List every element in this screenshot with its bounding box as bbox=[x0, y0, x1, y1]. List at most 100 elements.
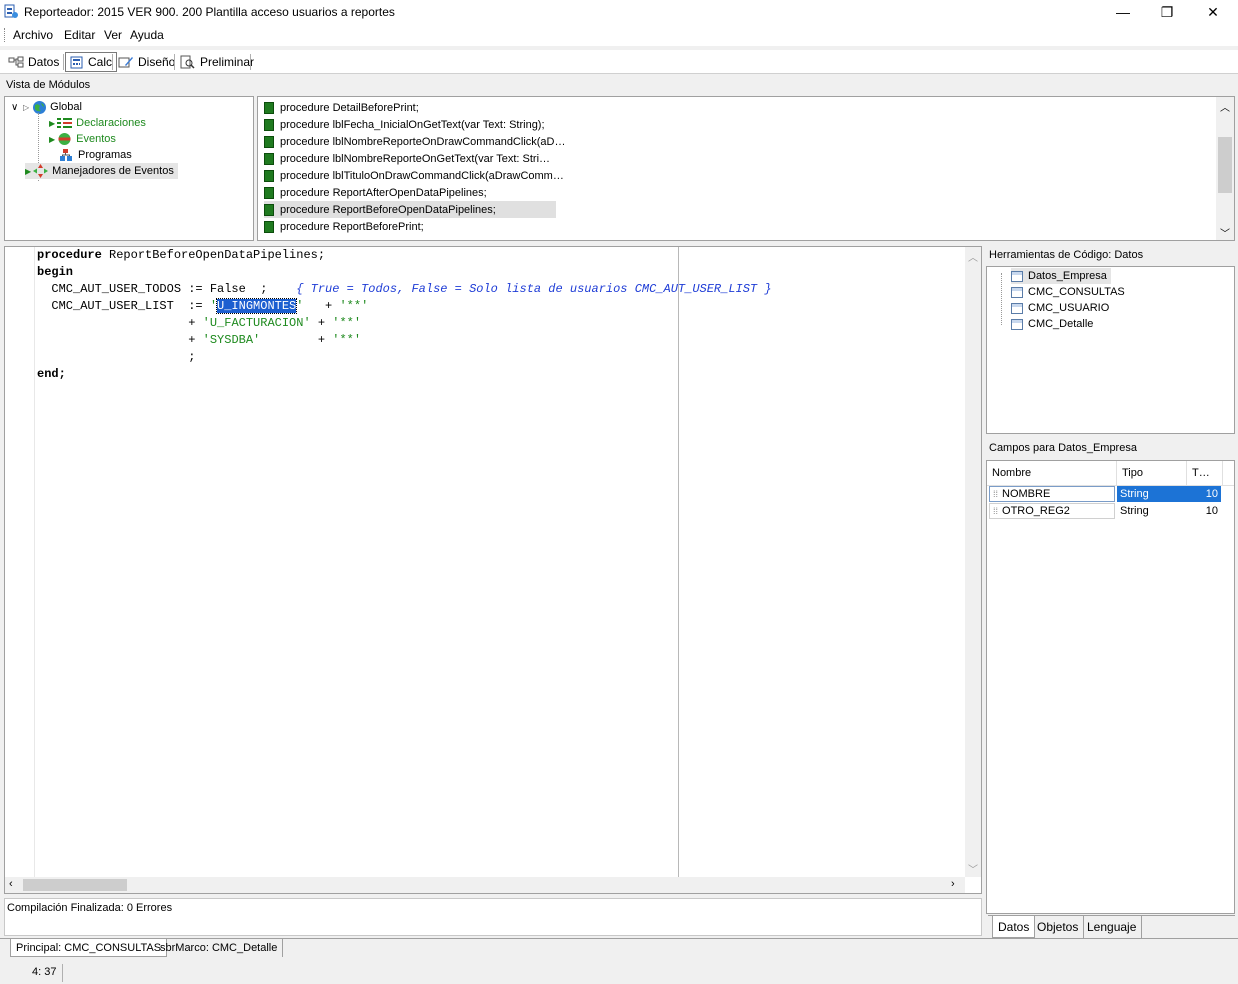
code-string: '**' bbox=[332, 316, 362, 330]
tree-item-eventos-label: Eventos bbox=[76, 133, 116, 145]
data-tree-icon bbox=[8, 56, 28, 68]
code-text: CMC_AUT_USER_TODOS := False ; bbox=[37, 282, 297, 296]
tab-principal[interactable]: Principal: CMC_CONSULTAS bbox=[10, 939, 168, 957]
tree-item-eventos[interactable]: ▶ Eventos bbox=[49, 131, 116, 147]
code-line-7: ; bbox=[37, 350, 196, 364]
tree-item-programas[interactable]: Programas bbox=[59, 147, 132, 163]
field-size[interactable]: 10 bbox=[1187, 486, 1221, 502]
code-text: + bbox=[310, 316, 333, 330]
minimize-button[interactable]: — bbox=[1100, 0, 1146, 24]
procedure-label: procedure lblNombreReporteOnGetText(var … bbox=[280, 152, 551, 165]
scroll-left-icon[interactable]: ‹ bbox=[9, 878, 13, 890]
chevron-down-icon[interactable]: ∨ bbox=[11, 102, 21, 113]
tab-datos-tools[interactable]: Datos bbox=[992, 916, 1036, 938]
editor-hscrollbar[interactable]: ‹ › bbox=[5, 877, 965, 893]
column-header-tamano[interactable]: T… bbox=[1187, 461, 1223, 485]
tab-objetos[interactable]: Objetos bbox=[1032, 916, 1085, 938]
programs-icon bbox=[59, 148, 78, 162]
procedure-item[interactable]: procedure lblFecha_InicialOnGetText(var … bbox=[264, 116, 545, 133]
field-type[interactable]: String bbox=[1117, 486, 1187, 502]
procedure-item[interactable]: procedure ReportBeforePrint; bbox=[264, 218, 424, 235]
field-size[interactable]: 10 bbox=[1187, 503, 1221, 519]
restore-button[interactable]: ❐ bbox=[1144, 0, 1190, 24]
field-name: OTRO_REG2 bbox=[1002, 505, 1070, 517]
code-text: + bbox=[303, 299, 340, 313]
table-row[interactable]: ⁞⁞ OTRO_REG2 bbox=[989, 503, 1115, 519]
procedure-label: procedure lblTituloOnDrawCommandClick(aD… bbox=[280, 169, 564, 182]
procedure-item[interactable]: procedure lblNombreReporteOnGetText(var … bbox=[264, 150, 550, 167]
procedure-label: procedure DetailBeforePrint; bbox=[280, 101, 419, 114]
preview-icon bbox=[180, 55, 200, 69]
code-line-4: CMC_AUT_USER_LIST := 'U_INGMONTES' + '**… bbox=[37, 298, 368, 314]
code-tools-item-label: CMC_CONSULTAS bbox=[1028, 286, 1125, 298]
tab-datos[interactable]: Datos bbox=[4, 52, 63, 72]
tab-separator bbox=[250, 54, 251, 70]
fields-grid: Nombre Tipo T… ⁞⁞ NOMBRE String 10 ⁞⁞ OTRO… bbox=[986, 460, 1235, 914]
module-tree: ∨ ▷ Global ▶ Declaraciones ▶ Eventos Pro… bbox=[4, 96, 254, 241]
field-type[interactable]: String bbox=[1117, 503, 1187, 519]
procedure-item[interactable]: procedure ReportAfterOpenDataPipelines; bbox=[264, 184, 487, 201]
tree-item-manejadores[interactable]: ▶ Manejadores de Eventos bbox=[25, 163, 178, 179]
tab-separator bbox=[174, 54, 175, 70]
menu-grip[interactable] bbox=[4, 28, 6, 42]
declarations-icon bbox=[57, 117, 76, 129]
code-tools-item-label: Datos_Empresa bbox=[1028, 270, 1107, 282]
scroll-down-icon[interactable]: ﹀ bbox=[1220, 225, 1230, 240]
tab-sbrmarco[interactable]: sbrMarco: CMC_Detalle bbox=[155, 939, 284, 957]
procedure-label: procedure ReportBeforePrint; bbox=[280, 220, 424, 233]
scroll-down-icon[interactable]: ﹀ bbox=[968, 861, 978, 876]
tree-item-global[interactable]: ∨ ▷ Global bbox=[11, 99, 82, 115]
menu-editar[interactable]: Editar bbox=[64, 28, 95, 42]
tab-lenguaje[interactable]: Lenguaje bbox=[1082, 916, 1143, 938]
code-tools-item-cmc-consultas[interactable]: CMC_CONSULTAS bbox=[1011, 284, 1125, 300]
tab-calc-label: Calc bbox=[88, 55, 113, 69]
table-icon bbox=[1011, 286, 1023, 298]
code-editor[interactable]: procedure ReportBeforeOpenDataPipelines;… bbox=[4, 246, 982, 894]
app-icon bbox=[4, 4, 18, 19]
tab-preliminar[interactable]: Preliminar bbox=[176, 52, 258, 72]
tab-calc[interactable]: Calc bbox=[65, 52, 118, 72]
view-tabs: Datos Calc Diseño Preliminar bbox=[0, 50, 1238, 74]
code-tools-tree: Datos_Empresa CMC_CONSULTAS CMC_USUARIO … bbox=[986, 266, 1235, 434]
code-tools-item-label: CMC_Detalle bbox=[1028, 318, 1094, 330]
code-tools-item-cmc-detalle[interactable]: CMC_Detalle bbox=[1011, 316, 1093, 332]
code-tools-item-datos-empresa[interactable]: Datos_Empresa bbox=[1011, 268, 1111, 284]
tree-item-declaraciones[interactable]: ▶ Declaraciones bbox=[49, 115, 146, 131]
code-tools-item-cmc-usuario[interactable]: CMC_USUARIO bbox=[1011, 300, 1109, 316]
procedure-item[interactable]: procedure lblTituloOnDrawCommandClick(aD… bbox=[264, 167, 564, 184]
code-string: '**' bbox=[332, 333, 362, 347]
editor-vscrollbar[interactable]: ︿ ﹀ bbox=[965, 247, 981, 877]
tab-diseno[interactable]: Diseño bbox=[114, 52, 179, 72]
calc-icon bbox=[70, 56, 88, 69]
fields-label: Campos para Datos_Empresa bbox=[989, 442, 1137, 454]
procedure-icon bbox=[264, 220, 274, 233]
table-row[interactable]: ⁞⁞ NOMBRE bbox=[989, 486, 1115, 502]
scroll-thumb[interactable] bbox=[23, 879, 127, 891]
procedure-item-selected[interactable]: procedure ReportBeforeOpenDataPipelines; bbox=[264, 201, 556, 218]
procedure-item[interactable]: procedure lblNombreReporteOnDrawCommandC… bbox=[264, 133, 566, 150]
menu-ayuda[interactable]: Ayuda bbox=[130, 28, 164, 42]
procedure-item[interactable]: procedure DetailBeforePrint; bbox=[264, 99, 419, 116]
procedure-icon bbox=[264, 186, 274, 199]
table-icon bbox=[1011, 302, 1023, 314]
column-header-tipo[interactable]: Tipo bbox=[1117, 461, 1187, 485]
scroll-up-icon[interactable]: ︿ bbox=[1220, 99, 1230, 114]
event-handlers-icon bbox=[33, 164, 52, 178]
menu-archivo[interactable]: Archivo bbox=[13, 28, 53, 42]
close-button[interactable]: ✕ bbox=[1190, 0, 1236, 24]
right-panel-tabs: Datos Objetos Lenguaje bbox=[988, 915, 1235, 938]
column-header-nombre[interactable]: Nombre bbox=[987, 461, 1117, 485]
procedure-icon bbox=[264, 135, 274, 148]
procedure-icon bbox=[264, 203, 274, 216]
status-divider bbox=[62, 964, 63, 982]
procedure-list-scrollbar[interactable]: ︿ ﹀ bbox=[1216, 97, 1234, 240]
tab-datos-label: Datos bbox=[28, 55, 60, 69]
code-text: ReportBeforeOpenDataPipelines; bbox=[101, 248, 326, 262]
scroll-right-icon[interactable]: › bbox=[951, 878, 955, 890]
scroll-up-icon[interactable]: ︿ bbox=[968, 249, 978, 264]
procedure-icon bbox=[264, 101, 274, 114]
scroll-thumb[interactable] bbox=[1218, 137, 1232, 193]
menu-ver[interactable]: Ver bbox=[104, 28, 122, 42]
field-name: NOMBRE bbox=[1002, 488, 1051, 500]
right-margin-line bbox=[678, 247, 679, 877]
